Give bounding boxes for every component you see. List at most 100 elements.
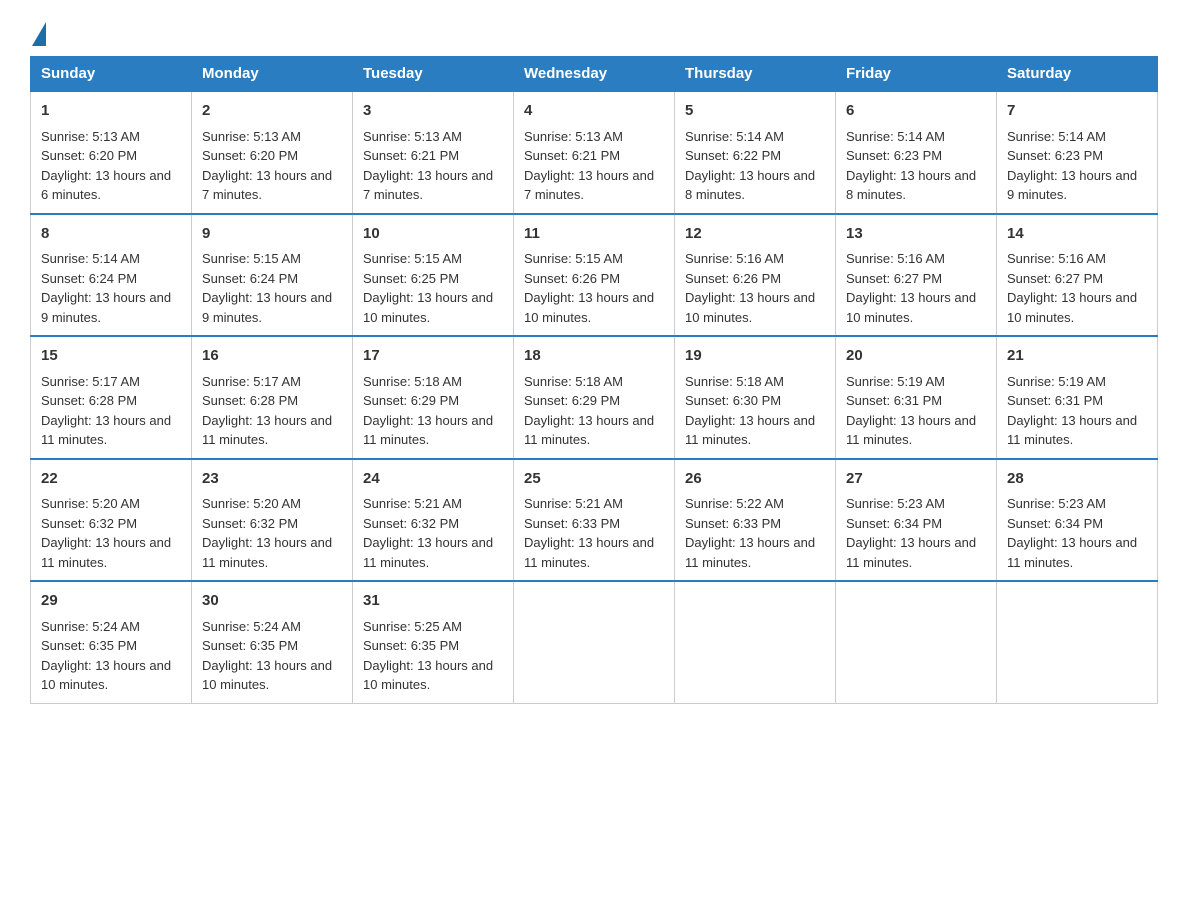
day-daylight: Daylight: 13 hours and 11 minutes. bbox=[846, 413, 976, 448]
day-sunset: Sunset: 6:27 PM bbox=[1007, 271, 1103, 286]
day-sunset: Sunset: 6:21 PM bbox=[363, 148, 459, 163]
day-of-week-header: Monday bbox=[192, 57, 353, 92]
calendar-day-cell: 19 Sunrise: 5:18 AM Sunset: 6:30 PM Dayl… bbox=[675, 336, 836, 459]
day-daylight: Daylight: 13 hours and 11 minutes. bbox=[1007, 413, 1137, 448]
day-daylight: Daylight: 13 hours and 11 minutes. bbox=[363, 413, 493, 448]
day-number: 25 bbox=[524, 468, 664, 491]
calendar-day-cell: 28 Sunrise: 5:23 AM Sunset: 6:34 PM Dayl… bbox=[997, 459, 1158, 582]
day-sunrise: Sunrise: 5:25 AM bbox=[363, 619, 462, 634]
calendar-day-cell: 30 Sunrise: 5:24 AM Sunset: 6:35 PM Dayl… bbox=[192, 581, 353, 703]
day-number: 10 bbox=[363, 223, 503, 246]
day-daylight: Daylight: 13 hours and 11 minutes. bbox=[685, 535, 815, 570]
day-sunrise: Sunrise: 5:17 AM bbox=[202, 374, 301, 389]
day-number: 20 bbox=[846, 345, 986, 368]
calendar-day-cell: 23 Sunrise: 5:20 AM Sunset: 6:32 PM Dayl… bbox=[192, 459, 353, 582]
calendar-day-cell: 14 Sunrise: 5:16 AM Sunset: 6:27 PM Dayl… bbox=[997, 214, 1158, 337]
day-sunrise: Sunrise: 5:14 AM bbox=[685, 129, 784, 144]
day-sunrise: Sunrise: 5:13 AM bbox=[41, 129, 140, 144]
day-sunset: Sunset: 6:32 PM bbox=[41, 516, 137, 531]
calendar-day-cell: 16 Sunrise: 5:17 AM Sunset: 6:28 PM Dayl… bbox=[192, 336, 353, 459]
day-daylight: Daylight: 13 hours and 7 minutes. bbox=[363, 168, 493, 203]
day-daylight: Daylight: 13 hours and 10 minutes. bbox=[1007, 290, 1137, 325]
day-number: 2 bbox=[202, 100, 342, 123]
day-sunrise: Sunrise: 5:21 AM bbox=[524, 496, 623, 511]
day-sunset: Sunset: 6:33 PM bbox=[524, 516, 620, 531]
day-daylight: Daylight: 13 hours and 7 minutes. bbox=[524, 168, 654, 203]
day-daylight: Daylight: 13 hours and 11 minutes. bbox=[524, 535, 654, 570]
day-sunrise: Sunrise: 5:16 AM bbox=[685, 251, 784, 266]
calendar-day-cell: 9 Sunrise: 5:15 AM Sunset: 6:24 PM Dayli… bbox=[192, 214, 353, 337]
day-of-week-header: Wednesday bbox=[514, 57, 675, 92]
calendar-day-cell bbox=[514, 581, 675, 703]
day-sunrise: Sunrise: 5:14 AM bbox=[846, 129, 945, 144]
day-number: 5 bbox=[685, 100, 825, 123]
day-daylight: Daylight: 13 hours and 9 minutes. bbox=[202, 290, 332, 325]
day-sunset: Sunset: 6:23 PM bbox=[846, 148, 942, 163]
day-sunrise: Sunrise: 5:13 AM bbox=[202, 129, 301, 144]
calendar-week-row: 15 Sunrise: 5:17 AM Sunset: 6:28 PM Dayl… bbox=[31, 336, 1158, 459]
logo-triangle-icon bbox=[32, 22, 46, 46]
day-daylight: Daylight: 13 hours and 11 minutes. bbox=[685, 413, 815, 448]
day-sunset: Sunset: 6:29 PM bbox=[363, 393, 459, 408]
day-sunset: Sunset: 6:23 PM bbox=[1007, 148, 1103, 163]
day-number: 27 bbox=[846, 468, 986, 491]
calendar-week-row: 29 Sunrise: 5:24 AM Sunset: 6:35 PM Dayl… bbox=[31, 581, 1158, 703]
calendar: SundayMondayTuesdayWednesdayThursdayFrid… bbox=[30, 56, 1158, 704]
day-sunrise: Sunrise: 5:23 AM bbox=[846, 496, 945, 511]
day-number: 24 bbox=[363, 468, 503, 491]
calendar-day-cell: 25 Sunrise: 5:21 AM Sunset: 6:33 PM Dayl… bbox=[514, 459, 675, 582]
calendar-day-cell: 10 Sunrise: 5:15 AM Sunset: 6:25 PM Dayl… bbox=[353, 214, 514, 337]
day-daylight: Daylight: 13 hours and 10 minutes. bbox=[685, 290, 815, 325]
calendar-day-cell: 6 Sunrise: 5:14 AM Sunset: 6:23 PM Dayli… bbox=[836, 91, 997, 214]
day-sunset: Sunset: 6:21 PM bbox=[524, 148, 620, 163]
day-sunrise: Sunrise: 5:19 AM bbox=[1007, 374, 1106, 389]
day-number: 17 bbox=[363, 345, 503, 368]
day-number: 14 bbox=[1007, 223, 1147, 246]
calendar-day-cell: 3 Sunrise: 5:13 AM Sunset: 6:21 PM Dayli… bbox=[353, 91, 514, 214]
day-daylight: Daylight: 13 hours and 9 minutes. bbox=[1007, 168, 1137, 203]
day-sunrise: Sunrise: 5:23 AM bbox=[1007, 496, 1106, 511]
day-number: 7 bbox=[1007, 100, 1147, 123]
day-daylight: Daylight: 13 hours and 11 minutes. bbox=[846, 535, 976, 570]
logo bbox=[30, 20, 46, 46]
day-number: 30 bbox=[202, 590, 342, 613]
day-daylight: Daylight: 13 hours and 8 minutes. bbox=[846, 168, 976, 203]
day-number: 4 bbox=[524, 100, 664, 123]
day-number: 3 bbox=[363, 100, 503, 123]
day-daylight: Daylight: 13 hours and 11 minutes. bbox=[1007, 535, 1137, 570]
day-sunrise: Sunrise: 5:14 AM bbox=[1007, 129, 1106, 144]
day-sunset: Sunset: 6:32 PM bbox=[363, 516, 459, 531]
day-number: 16 bbox=[202, 345, 342, 368]
calendar-day-cell: 1 Sunrise: 5:13 AM Sunset: 6:20 PM Dayli… bbox=[31, 91, 192, 214]
day-sunset: Sunset: 6:31 PM bbox=[846, 393, 942, 408]
day-sunset: Sunset: 6:25 PM bbox=[363, 271, 459, 286]
day-number: 22 bbox=[41, 468, 181, 491]
day-daylight: Daylight: 13 hours and 11 minutes. bbox=[524, 413, 654, 448]
day-daylight: Daylight: 13 hours and 6 minutes. bbox=[41, 168, 171, 203]
day-of-week-header: Sunday bbox=[31, 57, 192, 92]
calendar-week-row: 8 Sunrise: 5:14 AM Sunset: 6:24 PM Dayli… bbox=[31, 214, 1158, 337]
day-number: 8 bbox=[41, 223, 181, 246]
day-sunrise: Sunrise: 5:24 AM bbox=[41, 619, 140, 634]
calendar-header-row: SundayMondayTuesdayWednesdayThursdayFrid… bbox=[31, 57, 1158, 92]
day-sunrise: Sunrise: 5:20 AM bbox=[202, 496, 301, 511]
day-daylight: Daylight: 13 hours and 11 minutes. bbox=[202, 535, 332, 570]
day-number: 23 bbox=[202, 468, 342, 491]
day-number: 31 bbox=[363, 590, 503, 613]
calendar-day-cell: 2 Sunrise: 5:13 AM Sunset: 6:20 PM Dayli… bbox=[192, 91, 353, 214]
day-sunset: Sunset: 6:31 PM bbox=[1007, 393, 1103, 408]
day-sunset: Sunset: 6:30 PM bbox=[685, 393, 781, 408]
day-number: 12 bbox=[685, 223, 825, 246]
calendar-day-cell: 27 Sunrise: 5:23 AM Sunset: 6:34 PM Dayl… bbox=[836, 459, 997, 582]
day-number: 11 bbox=[524, 223, 664, 246]
day-sunrise: Sunrise: 5:22 AM bbox=[685, 496, 784, 511]
day-sunset: Sunset: 6:22 PM bbox=[685, 148, 781, 163]
day-of-week-header: Saturday bbox=[997, 57, 1158, 92]
calendar-day-cell: 31 Sunrise: 5:25 AM Sunset: 6:35 PM Dayl… bbox=[353, 581, 514, 703]
calendar-day-cell bbox=[675, 581, 836, 703]
day-sunset: Sunset: 6:35 PM bbox=[202, 638, 298, 653]
day-sunrise: Sunrise: 5:21 AM bbox=[363, 496, 462, 511]
day-sunrise: Sunrise: 5:13 AM bbox=[524, 129, 623, 144]
day-daylight: Daylight: 13 hours and 10 minutes. bbox=[363, 290, 493, 325]
day-sunrise: Sunrise: 5:13 AM bbox=[363, 129, 462, 144]
